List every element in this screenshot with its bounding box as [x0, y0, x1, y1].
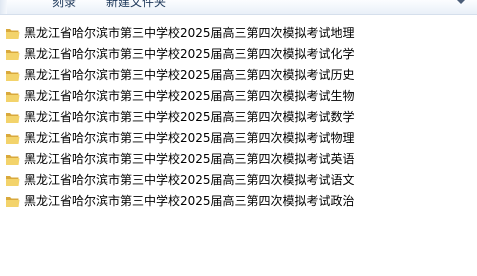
folder-icon — [6, 50, 20, 60]
file-name-label: 黑龙江省哈尔滨市第三中学校2025届高三第四次模拟考试英语 — [24, 152, 355, 166]
list-item[interactable]: 黑龙江省哈尔滨市第三中学校2025届高三第四次模拟考试化学 — [0, 44, 477, 65]
file-name-label: 黑龙江省哈尔滨市第三中学校2025届高三第四次模拟考试语文 — [24, 173, 355, 187]
file-name-label: 黑龙江省哈尔滨市第三中学校2025届高三第四次模拟考试物理 — [24, 131, 355, 145]
explorer-window: 刻录 新建文件夹 黑龙江省哈尔滨市第三中学校2025届高三第四次模拟考试地理 黑龙… — [0, 0, 477, 276]
list-item[interactable]: 黑龙江省哈尔滨市第三中学校2025届高三第四次模拟考试历史 — [0, 65, 477, 86]
list-item[interactable]: 黑龙江省哈尔滨市第三中学校2025届高三第四次模拟考试地理 — [0, 23, 477, 44]
file-name-label: 黑龙江省哈尔滨市第三中学校2025届高三第四次模拟考试生物 — [24, 89, 355, 103]
command-bar: 刻录 新建文件夹 — [0, 0, 477, 15]
list-item[interactable]: 黑龙江省哈尔滨市第三中学校2025届高三第四次模拟考试生物 — [0, 86, 477, 107]
chevron-down-icon[interactable] — [457, 0, 465, 4]
folder-icon — [6, 197, 20, 207]
list-item[interactable]: 黑龙江省哈尔滨市第三中学校2025届高三第四次模拟考试英语 — [0, 149, 477, 170]
file-name-label: 黑龙江省哈尔滨市第三中学校2025届高三第四次模拟考试数学 — [24, 110, 355, 124]
file-name-label: 黑龙江省哈尔滨市第三中学校2025届高三第四次模拟考试政治 — [24, 194, 355, 208]
folder-icon — [6, 29, 20, 39]
file-list: 黑龙江省哈尔滨市第三中学校2025届高三第四次模拟考试地理 黑龙江省哈尔滨市第三中… — [0, 23, 477, 212]
file-name-label: 黑龙江省哈尔滨市第三中学校2025届高三第四次模拟考试化学 — [24, 47, 355, 61]
folder-icon — [6, 92, 20, 102]
toolbar-separator — [0, 0, 7, 14]
new-folder-button[interactable]: 新建文件夹 — [106, 0, 166, 12]
folder-icon — [6, 71, 20, 81]
list-item[interactable]: 黑龙江省哈尔滨市第三中学校2025届高三第四次模拟考试物理 — [0, 128, 477, 149]
burn-button[interactable]: 刻录 — [52, 0, 76, 12]
folder-icon — [6, 134, 20, 144]
list-item[interactable]: 黑龙江省哈尔滨市第三中学校2025届高三第四次模拟考试语文 — [0, 170, 477, 191]
list-item[interactable]: 黑龙江省哈尔滨市第三中学校2025届高三第四次模拟考试数学 — [0, 107, 477, 128]
file-name-label: 黑龙江省哈尔滨市第三中学校2025届高三第四次模拟考试地理 — [24, 26, 355, 40]
folder-icon — [6, 113, 20, 123]
folder-icon — [6, 155, 20, 165]
folder-icon — [6, 176, 20, 186]
list-item[interactable]: 黑龙江省哈尔滨市第三中学校2025届高三第四次模拟考试政治 — [0, 191, 477, 212]
file-name-label: 黑龙江省哈尔滨市第三中学校2025届高三第四次模拟考试历史 — [24, 68, 355, 82]
